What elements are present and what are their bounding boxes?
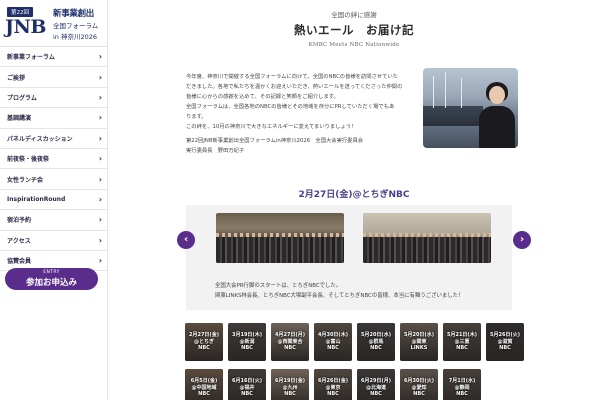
sidebar: 第22回 JNB 新事業創出 全国フォーラム in 神奈川2026 新事業フォー… bbox=[0, 0, 108, 400]
thumbnail-org: NBC bbox=[499, 345, 511, 352]
entry-button-label: 参加お申込み bbox=[25, 278, 77, 288]
nav-label: アクセス bbox=[7, 237, 31, 245]
logo-line3: in 神奈川2026 bbox=[53, 33, 98, 41]
thumbnail-org: NBC bbox=[327, 391, 339, 398]
nav-item-keynote[interactable]: 基調講演 › bbox=[0, 108, 107, 129]
chevron-right-icon: › bbox=[98, 72, 102, 82]
chevron-right-icon: › bbox=[98, 256, 102, 266]
thumbnail-label: 5月26日(火) @滋賀 NBC bbox=[486, 323, 524, 361]
nav-item-hotel[interactable]: 宿泊予約 › bbox=[0, 210, 107, 231]
thumbnail-label: 5月20日(水) @群馬 NBC bbox=[357, 323, 395, 361]
event-thumbnail[interactable]: 6月19日(金) @九州 NBC bbox=[271, 369, 309, 400]
chevron-right-icon: › bbox=[98, 113, 102, 123]
thumbnail-label: 6月16日(火) @福井 NBC bbox=[228, 369, 266, 400]
nav-label: 女性ランチ会 bbox=[7, 176, 44, 184]
event-thumbnail[interactable]: 6月16日(火) @福井 NBC bbox=[228, 369, 266, 400]
chevron-right-icon: › bbox=[98, 174, 102, 184]
event-thumbnail[interactable]: 6月26日(金) @東京 NBC bbox=[314, 369, 352, 400]
thumbnail-label: 2月27日(金) @とちぎ NBC bbox=[185, 323, 223, 361]
event-thumbnail[interactable]: 5月20日(水) @群馬 NBC bbox=[357, 323, 395, 361]
thumbnail-org: NBC bbox=[456, 391, 468, 398]
nav-label: InspirationRound bbox=[7, 195, 66, 203]
thumbnail-label: 7月1日(水) @静岡 NBC bbox=[443, 369, 481, 400]
event-thumbnail[interactable]: 7月1日(水) @静岡 NBC bbox=[443, 369, 481, 400]
nav-item-program[interactable]: プログラム › bbox=[0, 88, 107, 109]
chevron-right-icon: › bbox=[98, 154, 102, 164]
nav-item-forum[interactable]: 新事業フォーラム › bbox=[0, 47, 107, 68]
nav-label: 宿泊予約 bbox=[7, 217, 32, 225]
thumbnail-label: 6月5日(金) @中国地域 NBC bbox=[185, 369, 223, 400]
nav-item-women-lunch[interactable]: 女性ランチ会 › bbox=[0, 169, 107, 190]
entry-button[interactable]: ENTRY 参加お申込み bbox=[5, 268, 98, 290]
nav-label: 新事業フォーラム bbox=[7, 54, 55, 62]
event-thumbnail[interactable]: 4月27日(月) @西関東合 NBC bbox=[271, 323, 309, 361]
nav-label: 基調講演 bbox=[7, 115, 32, 123]
nav-label: 協賛会員 bbox=[7, 258, 32, 266]
chevron-right-icon: › bbox=[98, 92, 102, 102]
thumbnail-label: 5月20日(水) @関東 LINKS bbox=[400, 323, 438, 361]
thumbnail-org: NBC bbox=[413, 391, 425, 398]
chevron-right-icon: › bbox=[98, 194, 102, 204]
event-thumbnail[interactable]: 5月26日(火) @滋賀 NBC bbox=[486, 323, 524, 361]
event-thumbnail[interactable]: 3月19日(木) @新潟 NBC bbox=[228, 323, 266, 361]
logo-line1: 新事業創出 bbox=[53, 9, 95, 19]
thumbnail-label: 5月21日(木) @三重 NBC bbox=[443, 323, 481, 361]
event-thumbnail[interactable]: 5月21日(木) @三重 NBC bbox=[443, 323, 481, 361]
nav-item-panel[interactable]: パネルディスカッション › bbox=[0, 129, 107, 149]
thumbnail-label: 6月29日(月) @北海道 NBC bbox=[357, 369, 395, 400]
thumbnail-label: 3月19日(木) @新潟 NBC bbox=[228, 323, 266, 361]
sidebar-nav: 新事業フォーラム › ご挨拶 › プログラム › 基調講演 › パネルディスカッション ›… bbox=[0, 46, 107, 272]
nav-item-greeting[interactable]: ご挨拶 › bbox=[0, 67, 107, 88]
thumbnail-label: 4月30日(木) @富山 NBC bbox=[314, 323, 352, 361]
thumbnail-org: NBC bbox=[327, 345, 339, 352]
thumbnail-org: NBC bbox=[198, 391, 210, 398]
thumbnail-org: NBC bbox=[370, 391, 382, 398]
nav-label: プログラム bbox=[7, 94, 37, 102]
event-thumbnail[interactable]: 5月20日(水) @関東 LINKS bbox=[400, 323, 438, 361]
event-thumbnail[interactable]: 2月27日(金) @とちぎ NBC bbox=[185, 323, 223, 361]
nav-label: パネルディスカッション bbox=[7, 135, 73, 143]
nav-item-access[interactable]: アクセス › bbox=[0, 231, 107, 251]
thumbnail-area: 2月27日(金) @とちぎ NBC 3月19日(木) @新潟 NBC 4月27日(月) @西関… bbox=[108, 0, 600, 400]
nav-item-party[interactable]: 前夜祭・後夜祭 › bbox=[0, 149, 107, 170]
thumbnail-label: 6月19日(金) @九州 NBC bbox=[271, 369, 309, 400]
logo-line2: 全国フォーラム bbox=[53, 22, 99, 30]
chevron-right-icon: › bbox=[98, 133, 102, 143]
thumbnail-org: NBC bbox=[284, 345, 296, 352]
thumbnail-org: NBC bbox=[456, 345, 468, 352]
event-thumbnail[interactable]: 6月30日(火) @愛知 NBC bbox=[400, 369, 438, 400]
thumbnail-org: NBC bbox=[241, 345, 253, 352]
chevron-right-icon: › bbox=[98, 235, 102, 245]
site-logo[interactable]: 第22回 JNB 新事業創出 全国フォーラム in 神奈川2026 bbox=[0, 0, 107, 46]
event-thumbnail[interactable]: 6月29日(月) @北海道 NBC bbox=[357, 369, 395, 400]
thumbnail-org: NBC bbox=[198, 345, 210, 352]
thumbnail-label: 6月26日(金) @東京 NBC bbox=[314, 369, 352, 400]
logo-text: 新事業創出 全国フォーラム in 神奈川2026 bbox=[53, 7, 98, 41]
entry-button-small: ENTRY bbox=[43, 270, 60, 275]
thumbnail-org: NBC bbox=[370, 345, 382, 352]
event-thumbnail[interactable]: 6月5日(金) @中国地域 NBC bbox=[185, 369, 223, 400]
nav-label: 前夜祭・後夜祭 bbox=[7, 156, 50, 164]
logo-mark: JNB bbox=[5, 16, 46, 38]
event-thumbnail[interactable]: 4月30日(木) @富山 NBC bbox=[314, 323, 352, 361]
nav-item-inspiration[interactable]: InspirationRound › bbox=[0, 190, 107, 211]
nav-label: ご挨拶 bbox=[7, 74, 26, 82]
chevron-right-icon: › bbox=[98, 215, 102, 225]
chevron-right-icon: › bbox=[98, 52, 102, 62]
thumbnail-org: NBC bbox=[241, 391, 253, 398]
thumbnail-org: NBC bbox=[284, 391, 296, 398]
thumbnail-label: 4月27日(月) @西関東合 NBC bbox=[271, 323, 309, 361]
thumbnail-label: 6月30日(火) @愛知 NBC bbox=[400, 369, 438, 400]
thumbnail-org: LINKS bbox=[410, 345, 428, 352]
